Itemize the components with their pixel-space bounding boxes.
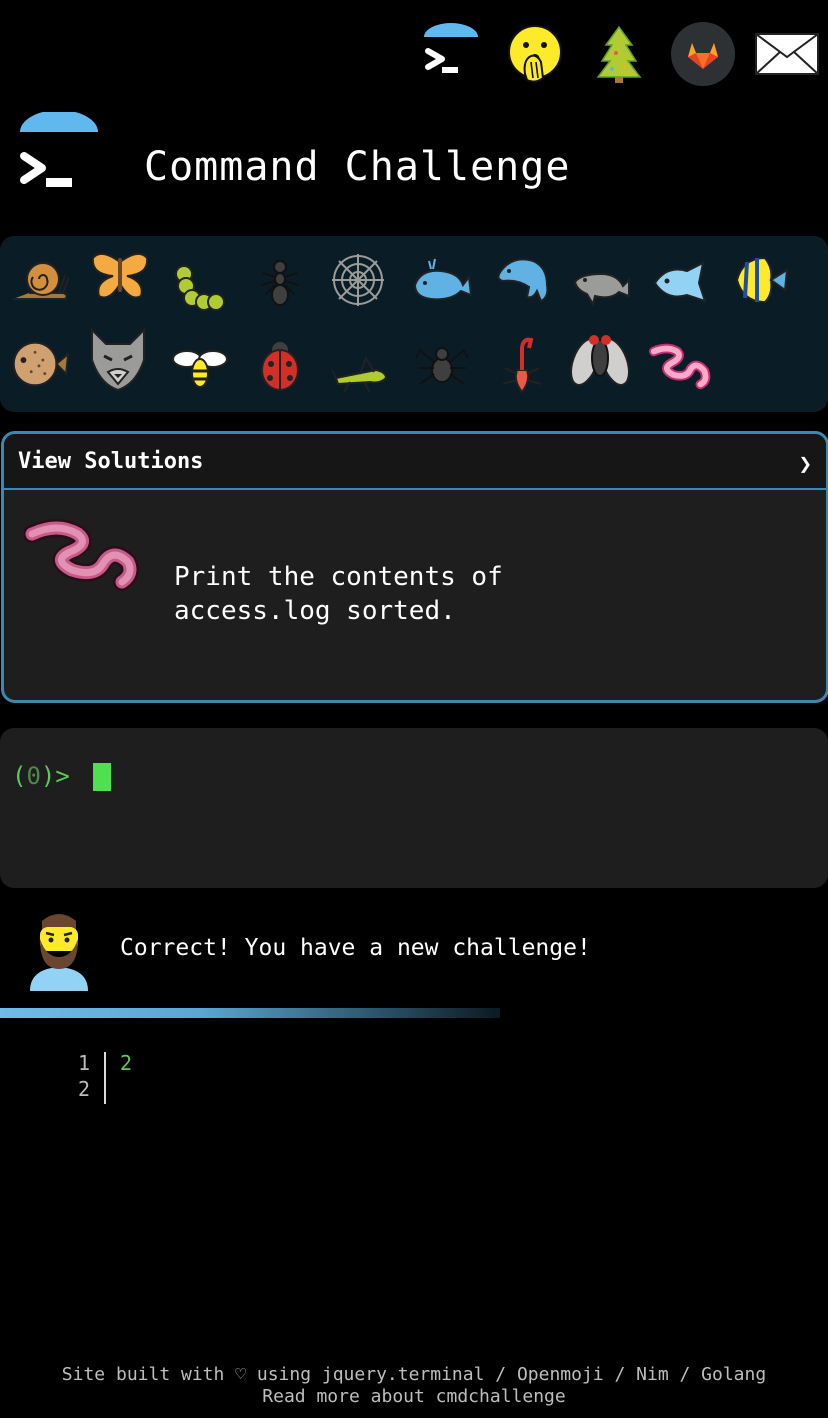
terminal-cursor xyxy=(93,763,111,791)
separator-bar xyxy=(0,1008,500,1018)
snail-icon[interactable] xyxy=(8,248,72,312)
challenge-line-2: access.log sorted. xyxy=(174,596,456,626)
line-number: 2 xyxy=(77,1077,90,1101)
tropical-fish-icon[interactable] xyxy=(728,248,792,312)
prompt-close: )> xyxy=(40,762,70,790)
christmas-tree-icon[interactable] xyxy=(584,19,654,89)
whale-icon[interactable] xyxy=(410,248,474,312)
output-lines: 2 xyxy=(120,1050,132,1076)
prompt-count: 0 xyxy=(26,762,41,790)
terminal-logo-icon[interactable] xyxy=(416,19,486,89)
ladybug-icon[interactable] xyxy=(248,332,312,396)
scorpion-icon[interactable] xyxy=(490,332,554,396)
bee-icon[interactable] xyxy=(168,334,232,398)
page-title: Command Challenge xyxy=(144,144,571,190)
prompt-open: ( xyxy=(12,762,27,790)
feedback-message: Correct! You have a new challenge! xyxy=(120,935,591,961)
challenge-line-1: Print the contents of xyxy=(174,562,503,592)
challenge-body: Print the contents of access.log sorted. xyxy=(4,490,826,698)
spider-web-icon[interactable] xyxy=(326,248,390,312)
terminal-logo-icon[interactable] xyxy=(18,110,102,198)
terminal-prompt: (0)> xyxy=(12,762,70,790)
footer-credits-link[interactable]: Site built with ♡ using jquery.terminal … xyxy=(62,1364,766,1385)
spider-icon[interactable] xyxy=(410,332,474,396)
challenge-description: Print the contents of access.log sorted. xyxy=(174,560,774,628)
feedback-row: Correct! You have a new challenge! xyxy=(0,905,828,995)
worm-icon[interactable] xyxy=(648,334,712,398)
challenge-icon-grid xyxy=(0,236,828,412)
fish-icon[interactable] xyxy=(648,250,712,314)
caterpillar-icon[interactable] xyxy=(168,256,232,320)
view-solutions-label: View Solutions xyxy=(18,448,204,474)
output-line: 2 xyxy=(120,1051,133,1075)
blowfish-icon[interactable] xyxy=(6,330,70,394)
view-solutions-toggle[interactable]: View Solutions ❯ xyxy=(4,434,826,490)
hand-over-mouth-emoji-icon[interactable] xyxy=(500,19,570,89)
gitlab-icon[interactable] xyxy=(668,19,738,89)
worm-icon xyxy=(23,518,140,598)
top-nav xyxy=(416,18,822,90)
wolf-icon[interactable] xyxy=(86,327,150,392)
page-header: Command Challenge xyxy=(18,110,818,222)
dolphin-icon[interactable] xyxy=(490,246,554,310)
fly-icon[interactable] xyxy=(568,328,632,392)
mail-icon[interactable] xyxy=(752,19,822,89)
bearded-man-avatar-icon xyxy=(26,907,92,997)
terminal-input[interactable]: (0)> xyxy=(0,728,828,888)
dolphin-2-icon[interactable] xyxy=(570,252,634,316)
line-number-gutter: 1 2 xyxy=(60,1050,90,1102)
ant-icon[interactable] xyxy=(248,250,312,314)
footer-about-link[interactable]: Read more about cmdchallenge xyxy=(262,1386,565,1407)
chevron-right-icon: ❯ xyxy=(798,451,812,477)
cricket-icon[interactable] xyxy=(328,340,392,404)
line-number: 1 xyxy=(77,1051,90,1075)
gutter-divider xyxy=(104,1052,106,1104)
footer: Site built with ♡ using jquery.terminal … xyxy=(0,1364,828,1408)
butterfly-icon[interactable] xyxy=(88,244,152,308)
challenge-panel: View Solutions ❯ Print the contents of a… xyxy=(1,431,828,703)
